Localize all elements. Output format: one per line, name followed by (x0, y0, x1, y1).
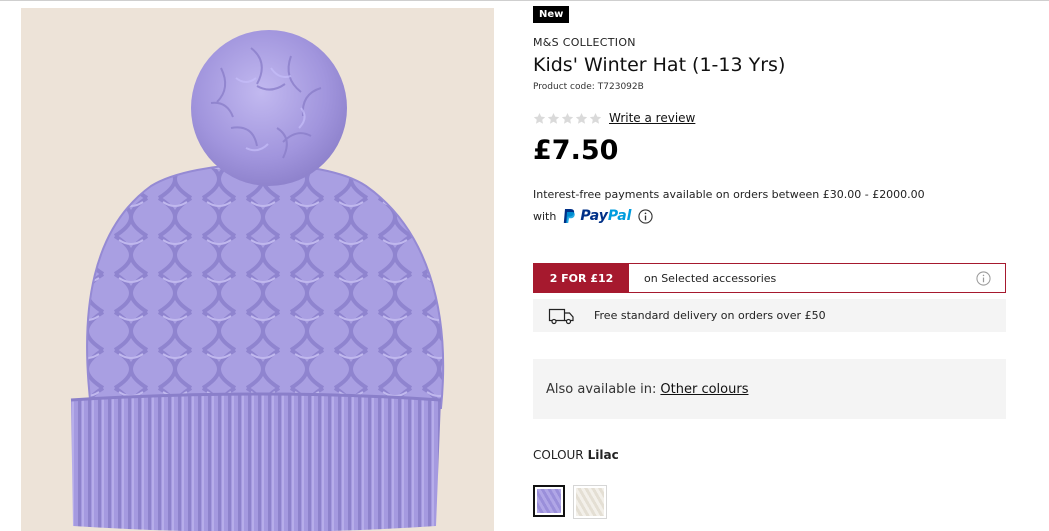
promotion-tag: 2 FOR £12 (534, 264, 629, 292)
star-icon (561, 112, 574, 124)
swatch-lilac-chip (537, 489, 561, 513)
product-image[interactable] (21, 8, 494, 531)
top-divider (0, 0, 1049, 1)
delivery-text: Free standard delivery on orders over £5… (594, 309, 826, 322)
paypal-wordmark-pay: Pay (580, 208, 608, 224)
new-badge: New (533, 6, 570, 23)
product-code-value: T723092B (597, 82, 644, 92)
selected-colour: Lilac (587, 448, 619, 462)
delivery-banner: Free standard delivery on orders over £5… (533, 299, 1006, 332)
promotion-text: on Selected accessories (644, 271, 777, 285)
finance-with-text: with (533, 209, 557, 223)
paypal-logo-icon (564, 209, 576, 223)
promotion-banner[interactable]: 2 FOR £12 on Selected accessories (533, 263, 1006, 293)
paypal-wordmark-pal: Pal (607, 208, 632, 224)
other-colours-panel: Also available in: Other colours (533, 359, 1006, 419)
colour-label: COLOUR (533, 448, 584, 462)
product-price: £7.50 (533, 135, 619, 166)
write-review-link[interactable]: Write a review (609, 111, 695, 125)
swatch-cream-chip (576, 488, 604, 516)
finance-info: Interest-free payments available on orde… (533, 188, 1007, 225)
swatch-lilac[interactable] (533, 485, 565, 517)
colour-swatches (533, 485, 607, 519)
star-icon (533, 112, 546, 124)
delivery-van-icon (548, 308, 574, 324)
info-icon[interactable] (976, 270, 991, 286)
finance-text: Interest-free payments available on orde… (533, 188, 925, 201)
rating-row: Write a review (533, 110, 695, 126)
paypal-row: with Pay Pal (533, 207, 1007, 225)
star-rating (533, 112, 602, 125)
star-icon (575, 112, 588, 124)
star-icon (547, 112, 560, 124)
paypal-logo: Pay Pal (562, 208, 631, 224)
product-code-label: Product code: (533, 82, 595, 92)
also-available-label: Also available in: (546, 381, 657, 397)
colour-selection-label: COLOUR Lilac (533, 448, 619, 462)
info-icon[interactable] (638, 208, 654, 224)
product-code: Product code: T723092B (533, 82, 644, 92)
product-title: Kids' Winter Hat (1-13 Yrs) (533, 54, 786, 76)
brand-name: M&S COLLECTION (533, 36, 636, 49)
swatch-cream[interactable] (573, 485, 607, 519)
other-colours-link[interactable]: Other colours (660, 382, 748, 397)
star-icon (589, 112, 602, 124)
lilac-bobble-hat-illustration (70, 30, 445, 531)
